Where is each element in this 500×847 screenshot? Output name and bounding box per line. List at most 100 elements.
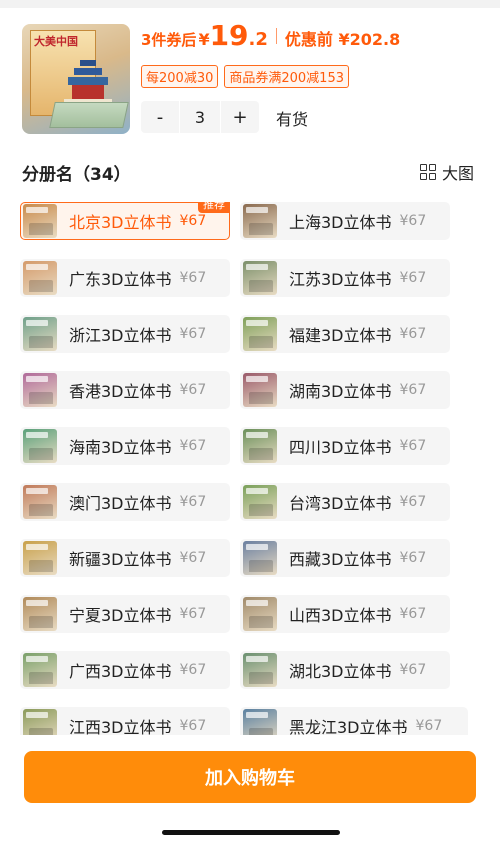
price-integer: 19 <box>209 19 249 52</box>
variant-option[interactable]: 湖南3D立体书 ¥67 <box>240 371 450 409</box>
variant-name: 上海3D立体书 <box>289 213 392 232</box>
variant-thumbnail <box>243 317 277 351</box>
variant-option[interactable]: 新疆3D立体书 ¥67 <box>20 539 230 577</box>
variant-price: ¥67 <box>415 718 443 734</box>
price-decimal: .2 <box>248 29 268 50</box>
variant-name: 江苏3D立体书 <box>289 270 392 289</box>
variant-price: ¥67 <box>179 606 207 622</box>
view-toggle[interactable]: 大图 <box>420 160 474 184</box>
coupon-tag[interactable]: 每200减30 <box>141 65 219 88</box>
variant-thumbnail <box>243 709 277 735</box>
variant-name: 湖北3D立体书 <box>289 662 392 681</box>
grid-icon <box>420 164 436 180</box>
variant-price: ¥67 <box>179 382 207 398</box>
price-line: 3件券后 ¥ 19 .2 优惠前 ¥202.8 <box>141 20 400 52</box>
variant-price: ¥67 <box>399 326 427 342</box>
original-price: 优惠前 ¥202.8 <box>284 30 401 49</box>
add-to-cart-button[interactable]: 加入购物车 <box>24 751 476 803</box>
variant-name: 广西3D立体书 <box>69 662 172 681</box>
variant-option[interactable]: 浙江3D立体书 ¥67 <box>20 315 230 353</box>
variant-option[interactable]: 广东3D立体书 ¥67 <box>20 259 230 297</box>
top-strip <box>0 0 500 8</box>
decrease-button[interactable]: - <box>141 101 179 133</box>
variant-price: ¥67 <box>399 606 427 622</box>
variant-thumbnail <box>23 709 57 735</box>
variant-name: 福建3D立体书 <box>289 326 392 345</box>
variant-option[interactable]: 江苏3D立体书 ¥67 <box>240 259 450 297</box>
variant-name: 海南3D立体书 <box>69 438 172 457</box>
variant-price: ¥67 <box>179 213 207 229</box>
variant-price: ¥67 <box>179 718 207 734</box>
currency-symbol: ¥ <box>198 30 210 49</box>
book-cover-title: 大美中国 <box>34 35 78 48</box>
view-toggle-label: 大图 <box>442 164 475 183</box>
variant-option[interactable]: 上海3D立体书 ¥67 <box>240 202 450 240</box>
variant-price: ¥67 <box>179 550 207 566</box>
variant-price: ¥67 <box>179 438 207 454</box>
variant-price: ¥67 <box>399 550 427 566</box>
variant-thumbnail <box>243 541 277 575</box>
variant-price: ¥67 <box>179 662 207 678</box>
increase-button[interactable]: + <box>221 101 259 133</box>
variant-option[interactable]: 福建3D立体书 ¥67 <box>240 315 450 353</box>
variant-thumbnail <box>23 653 57 687</box>
recommend-badge: 推荐 <box>198 202 230 213</box>
after-coupon-label: 3件券后 <box>141 31 197 49</box>
variant-price: ¥67 <box>399 213 427 229</box>
variant-name: 香港3D立体书 <box>69 382 172 401</box>
variant-option[interactable]: 香港3D立体书 ¥67 <box>20 371 230 409</box>
variant-option[interactable]: 北京3D立体书 ¥67 推荐 <box>20 202 230 240</box>
variant-name: 新疆3D立体书 <box>69 550 172 569</box>
variant-option[interactable]: 广西3D立体书 ¥67 <box>20 651 230 689</box>
variant-option[interactable]: 黑龙江3D立体书 ¥67 <box>240 707 468 735</box>
variant-thumbnail <box>243 653 277 687</box>
variant-name: 江西3D立体书 <box>69 718 172 735</box>
variant-thumbnail <box>23 429 57 463</box>
variant-list: 北京3D立体书 ¥67 推荐 上海3D立体书 ¥67 广东3D立体书 ¥67 江… <box>0 202 500 735</box>
variant-thumbnail <box>243 204 277 238</box>
variant-option[interactable]: 江西3D立体书 ¥67 <box>20 707 230 735</box>
variant-thumbnail <box>243 373 277 407</box>
variant-option[interactable]: 湖北3D立体书 ¥67 <box>240 651 450 689</box>
home-indicator <box>162 830 340 835</box>
variant-thumbnail <box>23 597 57 631</box>
variant-name: 湖南3D立体书 <box>289 382 392 401</box>
price-divider <box>275 28 277 44</box>
variant-name: 台湾3D立体书 <box>289 494 392 513</box>
variant-option[interactable]: 台湾3D立体书 ¥67 <box>240 483 450 521</box>
product-image[interactable]: 大美中国 <box>22 24 130 134</box>
variant-name: 黑龙江3D立体书 <box>289 718 408 735</box>
variant-name: 西藏3D立体书 <box>289 550 392 569</box>
variant-thumbnail <box>23 373 57 407</box>
variant-name: 四川3D立体书 <box>289 438 392 457</box>
variant-name: 澳门3D立体书 <box>69 494 172 513</box>
variant-price: ¥67 <box>179 270 207 286</box>
quantity-stepper: - 3 + <box>141 101 259 133</box>
variant-thumbnail <box>243 429 277 463</box>
variant-option[interactable]: 海南3D立体书 ¥67 <box>20 427 230 465</box>
variant-option[interactable]: 山西3D立体书 ¥67 <box>240 595 450 633</box>
popup-base <box>49 102 129 128</box>
variant-price: ¥67 <box>179 494 207 510</box>
variant-thumbnail <box>23 204 57 238</box>
variant-name: 山西3D立体书 <box>289 606 392 625</box>
variant-price: ¥67 <box>399 382 427 398</box>
stock-status: 有货 <box>276 110 309 129</box>
quantity-value[interactable]: 3 <box>179 101 221 133</box>
variant-thumbnail <box>243 261 277 295</box>
coupon-tag[interactable]: 商品券满200减153 <box>224 65 349 88</box>
variant-thumbnail <box>23 485 57 519</box>
variant-name: 广东3D立体书 <box>69 270 172 289</box>
variant-option[interactable]: 西藏3D立体书 ¥67 <box>240 539 450 577</box>
variant-name: 宁夏3D立体书 <box>69 606 172 625</box>
variant-thumbnail <box>243 597 277 631</box>
variant-thumbnail <box>23 261 57 295</box>
variant-option[interactable]: 宁夏3D立体书 ¥67 <box>20 595 230 633</box>
variant-name: 北京3D立体书 <box>69 213 172 232</box>
variant-thumbnail <box>23 317 57 351</box>
variant-thumbnail <box>243 485 277 519</box>
variant-option[interactable]: 澳门3D立体书 ¥67 <box>20 483 230 521</box>
variant-thumbnail <box>23 541 57 575</box>
variant-option[interactable]: 四川3D立体书 ¥67 <box>240 427 450 465</box>
variant-price: ¥67 <box>179 326 207 342</box>
